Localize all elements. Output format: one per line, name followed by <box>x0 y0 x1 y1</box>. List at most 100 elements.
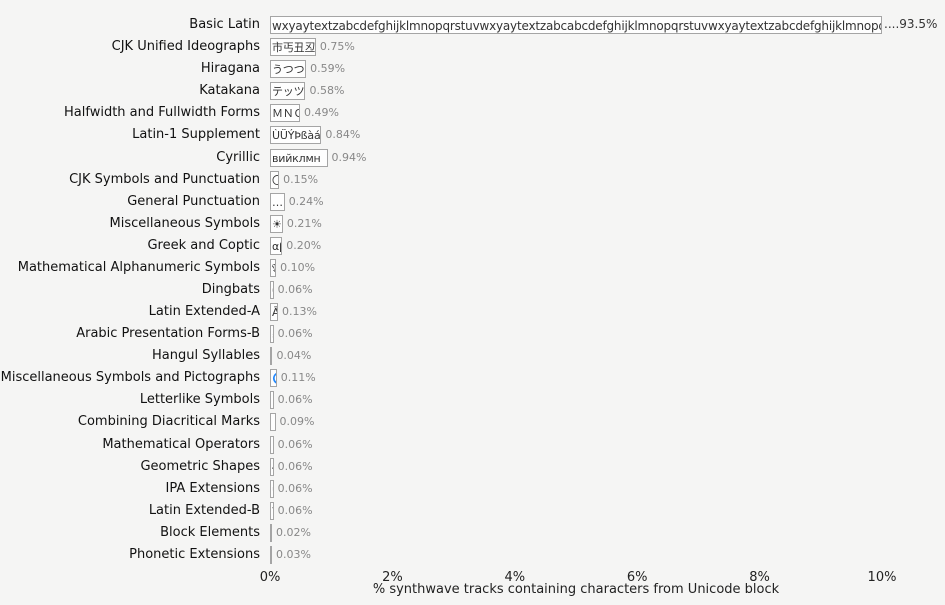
category-label: Latin Extended-A <box>0 305 260 318</box>
bar: ☀☁ <box>270 215 283 233</box>
bar: テッツ ヨラリ <box>270 82 305 100</box>
bar-fill-text: ＭＮＯ ｇｈｉ <box>272 105 300 122</box>
bar: 〇 <box>270 171 279 189</box>
bar: ≈ <box>270 436 274 454</box>
bar-fill-text: 〇 <box>272 172 279 189</box>
bar-value-label: 0.58% <box>309 82 344 100</box>
category-label: Greek and Coptic <box>0 239 260 252</box>
bar-value-label: 0.11% <box>281 369 316 387</box>
bar-fill-text: テッツ ヨラリ <box>272 83 305 100</box>
category-label: IPA Extensions <box>0 482 260 495</box>
bar-value-label: 0.75% <box>320 38 355 56</box>
bar-value-label: 0.09% <box>280 413 315 431</box>
bar-value-label: 0.15% <box>283 171 318 189</box>
bar-fill-text: ✈ <box>272 282 274 299</box>
category-label: CJK Symbols and Punctuation <box>0 173 260 186</box>
bar-value-label: 0.06% <box>278 391 313 409</box>
bar: ÙÜÝÞßàáâãäå <box>270 126 321 144</box>
bar-value-label: 0.24% <box>289 193 324 211</box>
bar-fill-text: wxyaytextzabcdefghijklmnopqrstuvwxyaytex… <box>272 17 882 34</box>
bar-fill-text: Āā <box>272 304 278 321</box>
category-label: Halfwidth and Fullwidth Forms <box>0 106 260 119</box>
bar: 市丐丑丒专 <box>270 38 316 56</box>
bar-fill-text: ƀ <box>272 503 274 520</box>
bar-value-label: 0.84% <box>325 126 360 144</box>
bar: ℃ <box>270 391 274 409</box>
category-label: Latin Extended-B <box>0 504 260 517</box>
bar-fill-text: …‥ <box>272 194 285 211</box>
bar-fill-text: вийклмн <box>272 150 321 167</box>
bar-fill-text: ɐ <box>272 481 274 498</box>
bar: Āā <box>270 303 278 321</box>
bar-value-label: 0.03% <box>276 546 311 564</box>
plot-area: wxyaytextzabcdefghijklmnopqrstuvwxyaytex… <box>270 14 882 566</box>
bar: ＭＮＯ ｇｈｉ <box>270 104 300 122</box>
category-label: Dingbats <box>0 283 260 296</box>
bar: ƀ <box>270 502 274 520</box>
bar: ◆ <box>270 458 274 476</box>
category-label: Hangul Syllables <box>0 349 260 362</box>
bar-value-label: 0.94% <box>332 149 367 167</box>
unicode-block-bar-chart: Basic Latin CJK Unified Ideographs Hiragan… <box>0 0 945 605</box>
bar-fill-text: 市丐丑丒专 <box>272 39 316 56</box>
bar: 가 <box>270 347 272 365</box>
bar: αβεζ <box>270 237 282 255</box>
bar-value-label: 0.06% <box>278 325 313 343</box>
category-label: Mathematical Alphanumeric Symbols <box>0 261 260 274</box>
bar: ᴀ <box>270 546 272 564</box>
bar-value-label: 0.59% <box>310 60 345 78</box>
bar: ﺀ <box>270 325 274 343</box>
bar: ▌ <box>270 524 272 542</box>
category-label: Basic Latin <box>0 18 260 31</box>
category-label: Mathematical Operators <box>0 438 260 451</box>
bar-value-label: 0.06% <box>278 502 313 520</box>
bar-fill-text: うつつ らりる <box>272 61 306 78</box>
bar: вийклмн <box>270 149 328 167</box>
bar-fill-text: ☀☁ <box>272 216 283 233</box>
bar-fill-text: 🌀 <box>272 370 277 387</box>
bar-value-label: 0.10% <box>280 259 315 277</box>
bar-value-label: 0.13% <box>282 303 317 321</box>
bar-value-label: 0.06% <box>278 436 313 454</box>
bar: ɐ <box>270 480 274 498</box>
bar-value-label: 0.06% <box>278 458 313 476</box>
bar: 𝔄𝔅 <box>270 259 276 277</box>
category-label: Cyrillic <box>0 151 260 164</box>
bar: 🌀 <box>270 369 277 387</box>
bar: うつつ らりる <box>270 60 306 78</box>
category-label: Letterlike Symbols <box>0 393 260 406</box>
category-label: Block Elements <box>0 526 260 539</box>
overflow-value-label: ....93.5% <box>884 17 937 31</box>
bar: wxyaytextzabcdefghijklmnopqrstuvwxyaytex… <box>270 16 882 34</box>
bar: ̀́ <box>270 413 276 431</box>
bar-fill-text: ﺀ <box>272 326 274 343</box>
category-label: Latin-1 Supplement <box>0 128 260 141</box>
category-label: Katakana <box>0 84 260 97</box>
y-axis-labels: Basic Latin CJK Unified Ideographs Hiragan… <box>0 14 260 566</box>
bar-value-label: 0.06% <box>278 281 313 299</box>
bar-value-label: 0.04% <box>276 347 311 365</box>
category-label: Arabic Presentation Forms-B <box>0 327 260 340</box>
bar-fill-text: αβεζ <box>272 238 282 255</box>
category-label: Hiragana <box>0 62 260 75</box>
bar-value-label: 0.02% <box>276 524 311 542</box>
category-label: Combining Diacritical Marks <box>0 415 260 428</box>
category-label: Miscellaneous Symbols <box>0 217 260 230</box>
bar-value-label: 0.20% <box>286 237 321 255</box>
bar-value-label: 0.49% <box>304 104 339 122</box>
bar-fill-text: ℃ <box>272 392 274 409</box>
category-label: General Punctuation <box>0 195 260 208</box>
overflow-value: ....93.5% <box>884 17 937 31</box>
bar-fill-text: 𝔄𝔅 <box>272 260 276 277</box>
category-label: Geometric Shapes <box>0 460 260 473</box>
bar-fill-text: ◆ <box>272 459 274 476</box>
bar: …‥ <box>270 193 285 211</box>
category-label: Phonetic Extensions <box>0 548 260 561</box>
x-axis-label: % synthwave tracks containing characters… <box>270 582 882 597</box>
bar-fill-text: ≈ <box>272 437 274 454</box>
category-label: CJK Unified Ideographs <box>0 40 260 53</box>
bar-fill-text: ÙÜÝÞßàáâãäå <box>272 127 321 144</box>
category-label: Miscellaneous Symbols and Pictographs <box>0 371 260 384</box>
bar-value-label: 0.21% <box>287 215 322 233</box>
bar: ✈ <box>270 281 274 299</box>
